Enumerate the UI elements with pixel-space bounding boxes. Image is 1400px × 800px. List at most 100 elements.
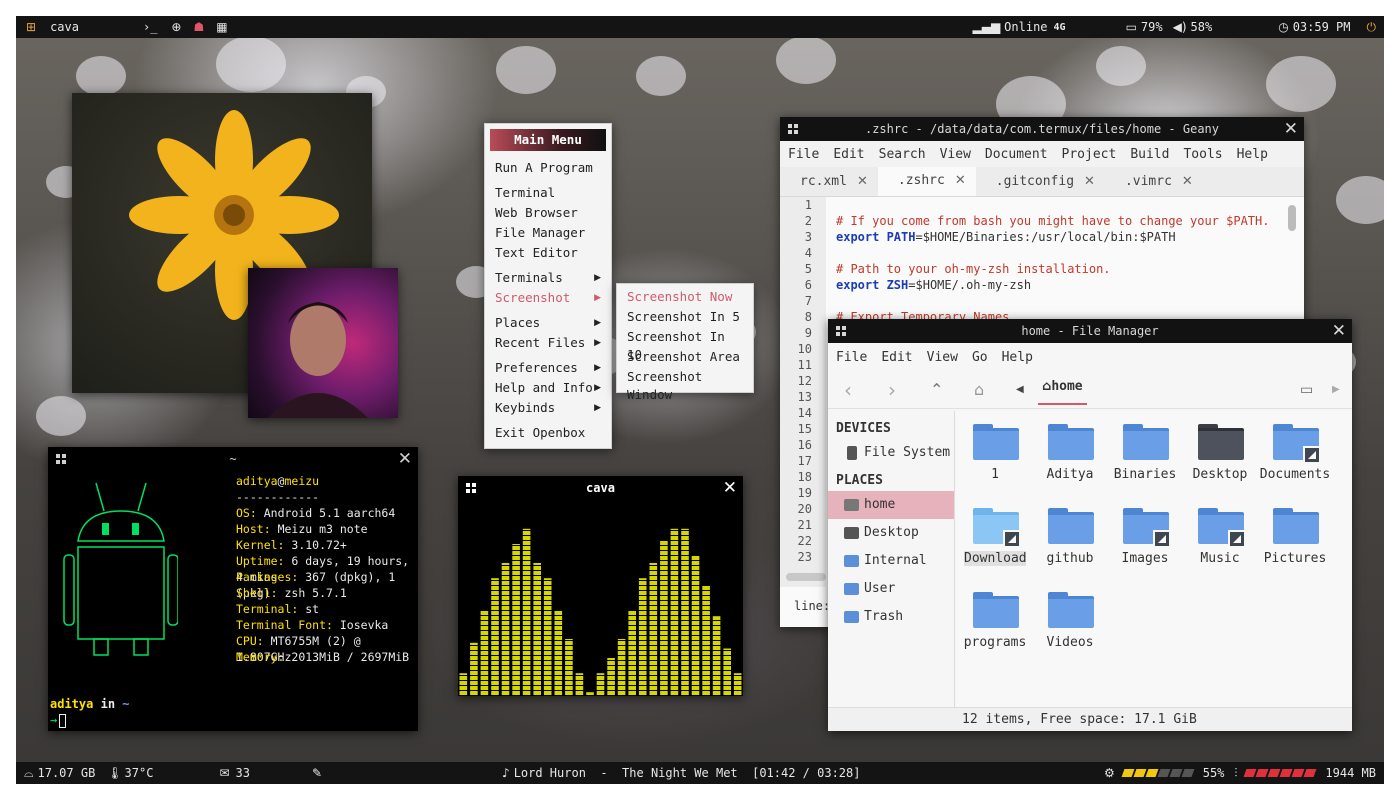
code-keyword: export	[836, 230, 880, 244]
now-playing[interactable]: Lord Huron - The Night We Met [01:42 / 0…	[514, 766, 861, 780]
menu-item-places[interactable]: Places ▶	[495, 314, 605, 332]
close-icon[interactable]: ✕	[1284, 119, 1298, 139]
menu-view[interactable]: View	[940, 147, 971, 162]
neofetch-user: aditya	[236, 474, 278, 488]
sidebar-item-trash[interactable]: Trash	[828, 603, 954, 631]
file-item-programs[interactable]: programs	[958, 579, 1032, 655]
browser-launcher-icon[interactable]: ⊕	[171, 20, 181, 34]
forward-icon[interactable]: ›	[888, 378, 896, 402]
file-item-desktop[interactable]: Desktop	[1183, 411, 1257, 487]
shell-input-line[interactable]: →	[50, 713, 67, 728]
editor-scrollbar[interactable]	[1288, 205, 1296, 231]
menu-edit[interactable]: Edit	[833, 147, 864, 162]
volume-icon[interactable]: ◀)	[1173, 20, 1187, 34]
close-tab-icon[interactable]: ✕	[1182, 174, 1193, 189]
file-item-music[interactable]: Music	[1183, 495, 1257, 571]
mail-icon[interactable]: ✉	[219, 766, 229, 780]
mail-count[interactable]: 33	[236, 766, 250, 780]
gitlab-launcher-icon[interactable]: ☗	[193, 20, 204, 34]
close-icon[interactable]: ✕	[398, 449, 412, 469]
menu-project[interactable]: Project	[1062, 147, 1117, 162]
file-item-videos[interactable]: Videos	[1033, 579, 1107, 655]
file-item-aditya[interactable]: Aditya	[1033, 411, 1107, 487]
path-right-arrow-icon[interactable]: ▶	[1332, 384, 1340, 395]
menu-item-keybinds[interactable]: Keybinds ▶	[495, 399, 605, 417]
submenu-item-screenshot-in-5[interactable]: Screenshot In 5	[627, 308, 747, 326]
visualizer-gap	[458, 540, 743, 541]
close-icon[interactable]: ✕	[723, 478, 737, 498]
file-item-download[interactable]: Download	[958, 495, 1032, 571]
terminal-launcher-icon[interactable]: ›_	[143, 20, 157, 34]
tab-gitconfig[interactable]: .gitconfig ✕	[976, 167, 1105, 196]
path-home-button[interactable]: ⌂home	[1038, 379, 1087, 405]
sidebar-item-user[interactable]: User	[828, 575, 954, 603]
file-item-github[interactable]: github	[1033, 495, 1107, 571]
terminal-window[interactable]: ~ ✕ aditya@meizu ------------ OS: Androi…	[48, 447, 418, 731]
menu-item-web-browser[interactable]: Web Browser	[495, 204, 605, 222]
menu-edit[interactable]: Edit	[881, 350, 912, 365]
up-icon[interactable]: ⌃	[930, 380, 943, 399]
close-tab-icon[interactable]: ✕	[1084, 174, 1095, 189]
back-icon[interactable]: ‹	[844, 378, 852, 402]
visualizer-gap	[458, 510, 743, 511]
volume-level[interactable]: 58%	[1191, 20, 1213, 34]
power-icon[interactable]: ⏻	[1367, 20, 1377, 35]
menu-item-recent-files[interactable]: Recent Files ▶	[495, 334, 605, 352]
terminal-titlebar[interactable]: ~ ✕	[48, 447, 418, 471]
menu-document[interactable]: Document	[985, 147, 1048, 162]
menu-item-help-info[interactable]: Help and Info ▶	[495, 379, 605, 397]
path-left-arrow-icon[interactable]: ◀	[1016, 384, 1024, 395]
menu-search[interactable]: Search	[879, 147, 926, 162]
menu-item-run-program[interactable]: Run A Program	[495, 159, 605, 177]
menu-view[interactable]: View	[927, 350, 958, 365]
close-tab-icon[interactable]: ✕	[955, 173, 966, 188]
close-icon[interactable]: ✕	[1332, 321, 1346, 341]
menu-help[interactable]: Help	[1237, 147, 1268, 162]
tab-zshrc[interactable]: .zshrc ✕	[877, 167, 976, 196]
sidebar-item-internal[interactable]: Internal	[828, 547, 954, 575]
sidebar-item-home[interactable]: home	[828, 491, 954, 519]
fm-titlebar[interactable]: home - File Manager ✕	[828, 319, 1352, 343]
menu-item-terminal[interactable]: Terminal	[495, 184, 605, 202]
geany-titlebar[interactable]: .zshrc - /data/data/com.termux/files/hom…	[780, 117, 1304, 141]
feather-icon[interactable]: ✎	[312, 766, 322, 780]
submenu-item-screenshot-window[interactable]: Screenshot Window	[627, 368, 747, 402]
file-item-images[interactable]: Images	[1108, 495, 1182, 571]
menu-item-screenshot[interactable]: Screenshot ▶	[495, 289, 605, 307]
file-manager-window[interactable]: home - File Manager ✕ File Edit View Go …	[828, 319, 1352, 731]
menu-item-terminals[interactable]: Terminals ▶	[495, 269, 605, 287]
menu-item-exit-openbox[interactable]: Exit Openbox	[495, 424, 605, 442]
visualizer-gap	[458, 670, 743, 671]
submenu-item-screenshot-area[interactable]: Screenshot Area	[627, 348, 747, 366]
menu-build[interactable]: Build	[1130, 147, 1169, 162]
submenu-arrow-icon: ▶	[594, 318, 601, 328]
line-number: 5	[804, 262, 812, 276]
file-item-1[interactable]: 1	[958, 411, 1032, 487]
submenu-item-screenshot-now[interactable]: Screenshot Now	[627, 288, 747, 306]
menu-item-text-editor[interactable]: Text Editor	[495, 244, 605, 262]
cava-titlebar[interactable]: cava ✕	[458, 476, 743, 500]
close-tab-icon[interactable]: ✕	[857, 174, 868, 189]
tab-rc-xml[interactable]: rc.xml ✕	[780, 167, 878, 196]
file-item-documents[interactable]: Documents	[1258, 411, 1332, 487]
menu-item-preferences[interactable]: Preferences ▶	[495, 359, 605, 377]
drive-icon[interactable]: ▭	[1300, 382, 1313, 398]
workspaces-icon[interactable]: ⊞	[26, 20, 36, 34]
menu-go[interactable]: Go	[972, 350, 988, 365]
cava-window[interactable]: cava ✕	[458, 476, 743, 696]
file-item-binaries[interactable]: Binaries	[1108, 411, 1182, 487]
menu-tools[interactable]: Tools	[1183, 147, 1222, 162]
menu-help[interactable]: Help	[1002, 350, 1033, 365]
horizontal-scrollbar[interactable]	[786, 573, 826, 581]
menu-file[interactable]: File	[788, 147, 819, 162]
visualizer-bar	[649, 563, 658, 696]
file-item-pictures[interactable]: Pictures	[1258, 495, 1332, 571]
home-icon[interactable]: ⌂	[974, 380, 984, 399]
menu-item-file-manager[interactable]: File Manager	[495, 224, 605, 242]
sidebar-item-file-system[interactable]: File System	[828, 439, 954, 467]
calculator-launcher-icon[interactable]: ▦	[216, 20, 227, 34]
submenu-item-screenshot-in-10[interactable]: Screenshot In 10	[627, 328, 747, 362]
menu-file[interactable]: File	[836, 350, 867, 365]
tab-vimrc[interactable]: .vimrc ✕	[1105, 167, 1203, 196]
sidebar-item-desktop[interactable]: Desktop	[828, 519, 954, 547]
